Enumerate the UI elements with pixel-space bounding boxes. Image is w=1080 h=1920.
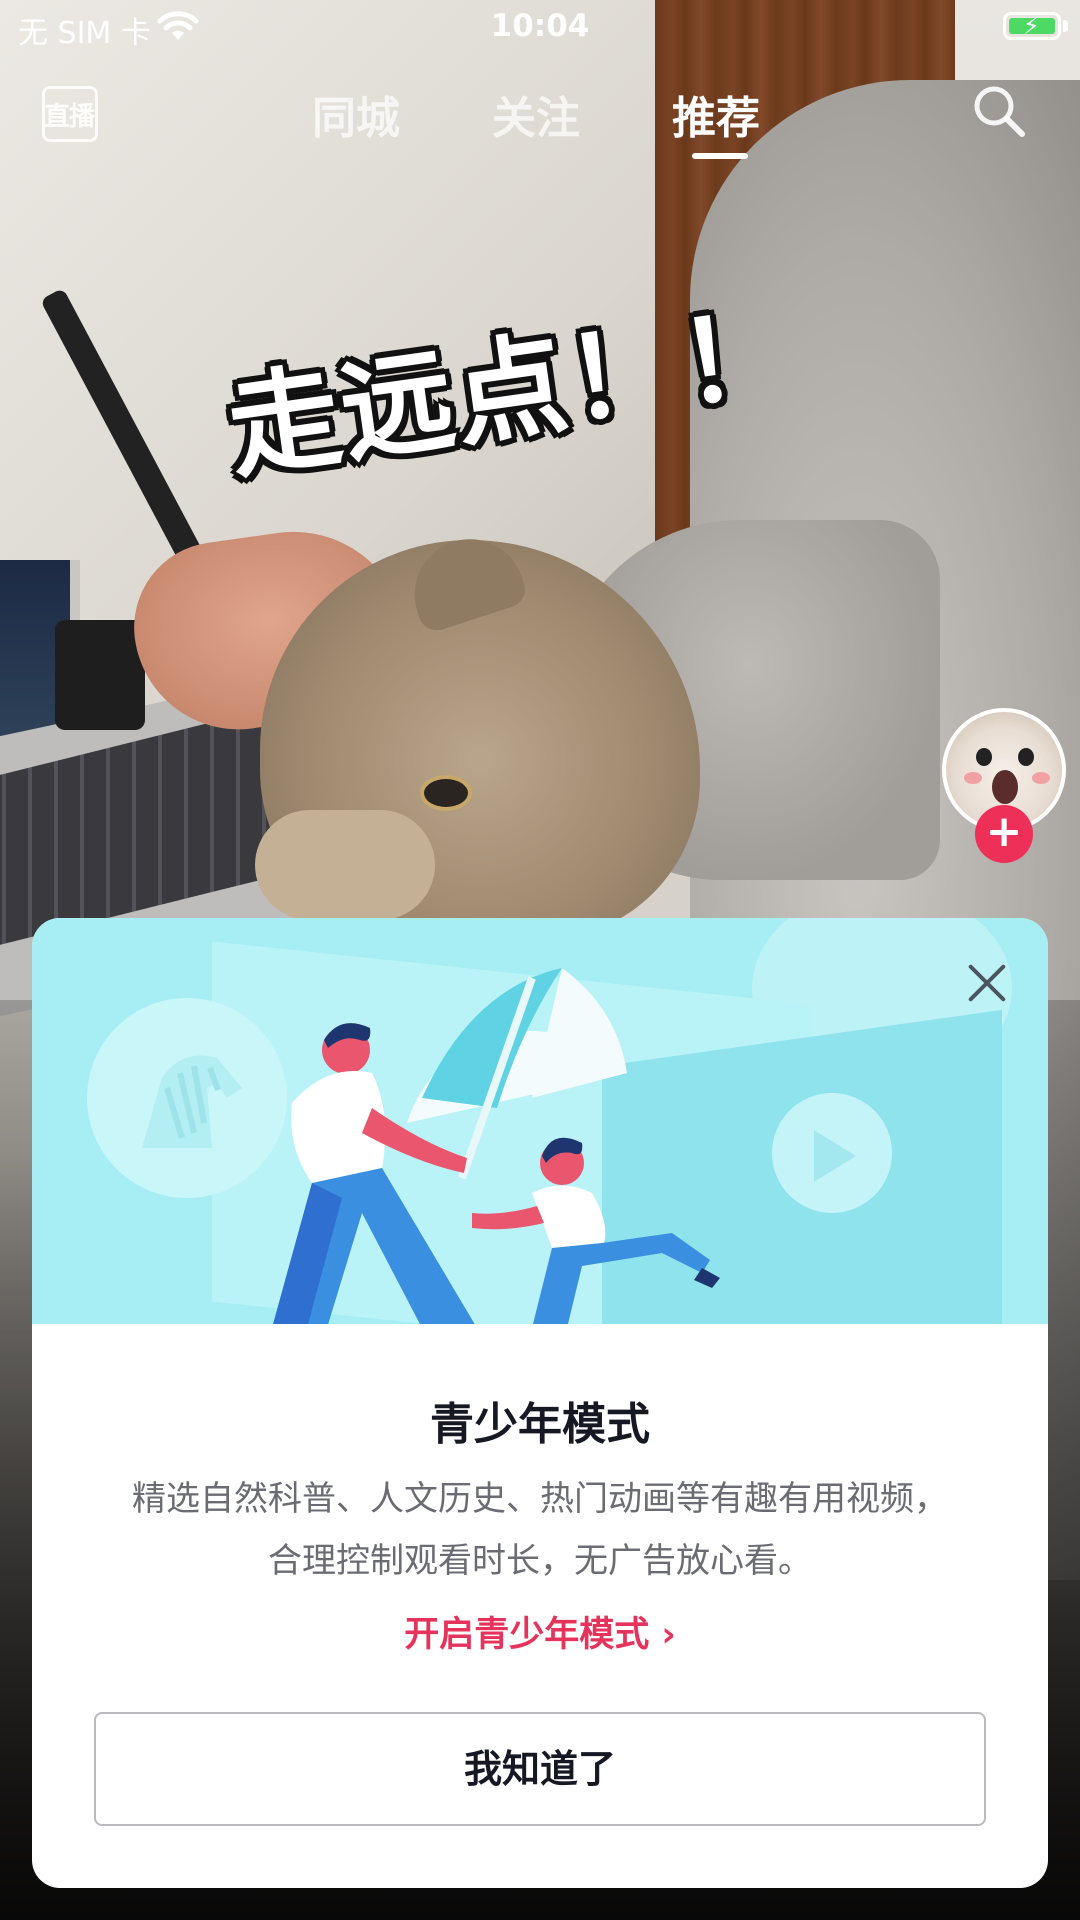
live-button[interactable]: 直播 [42, 80, 102, 142]
dialog-description-line: 合理控制观看时长，无广告放心看。 [268, 1541, 812, 1581]
status-bar: 无 SIM 卡 10:04 ⚡ [0, 0, 1080, 56]
enable-teen-mode-link[interactable]: 开启青少年模式 › [32, 1606, 1048, 1657]
teen-mode-dialog: 青少年模式 精选自然科普、人文历史、热门动画等有趣有用视频， 合理控制观看时长，… [32, 918, 1048, 1888]
cat-eye [420, 775, 472, 811]
avatar-eye [976, 748, 992, 766]
avatar-eye [1018, 748, 1034, 766]
top-nav: 直播 同城 关注 推荐 [0, 70, 1080, 170]
dialog-title: 青少年模式 [430, 1399, 650, 1450]
dialog-illustration [32, 918, 1048, 1324]
mic-base [55, 620, 145, 730]
dialog-description: 精选自然科普、人文历史、热门动画等有趣有用视频， 合理控制观看时长，无广告放心看… [92, 1468, 988, 1592]
tab-recommended[interactable]: 推荐 [672, 82, 760, 146]
adult-child-umbrella-icon [273, 968, 720, 1324]
battery-cap [1063, 20, 1068, 32]
tab-following[interactable]: 关注 [492, 82, 580, 146]
dialog-description-line: 精选自然科普、人文历史、热门动画等有趣有用视频， [132, 1479, 948, 1519]
search-icon[interactable] [970, 82, 1028, 140]
avatar-mouth [992, 770, 1018, 804]
cat-paw [255, 810, 435, 920]
charging-bolt-icon: ⚡ [1023, 12, 1040, 40]
avatar-cheek [964, 772, 982, 784]
tab-nearby[interactable]: 同城 [312, 82, 400, 146]
follow-button[interactable]: + [975, 805, 1033, 863]
active-tab-indicator [692, 153, 748, 159]
close-icon[interactable] [962, 958, 1012, 1008]
got-it-button[interactable]: 我知道了 [94, 1712, 986, 1826]
live-label: 直播 [44, 102, 95, 132]
status-time: 10:04 [490, 8, 590, 44]
avatar-cheek [1032, 772, 1050, 784]
